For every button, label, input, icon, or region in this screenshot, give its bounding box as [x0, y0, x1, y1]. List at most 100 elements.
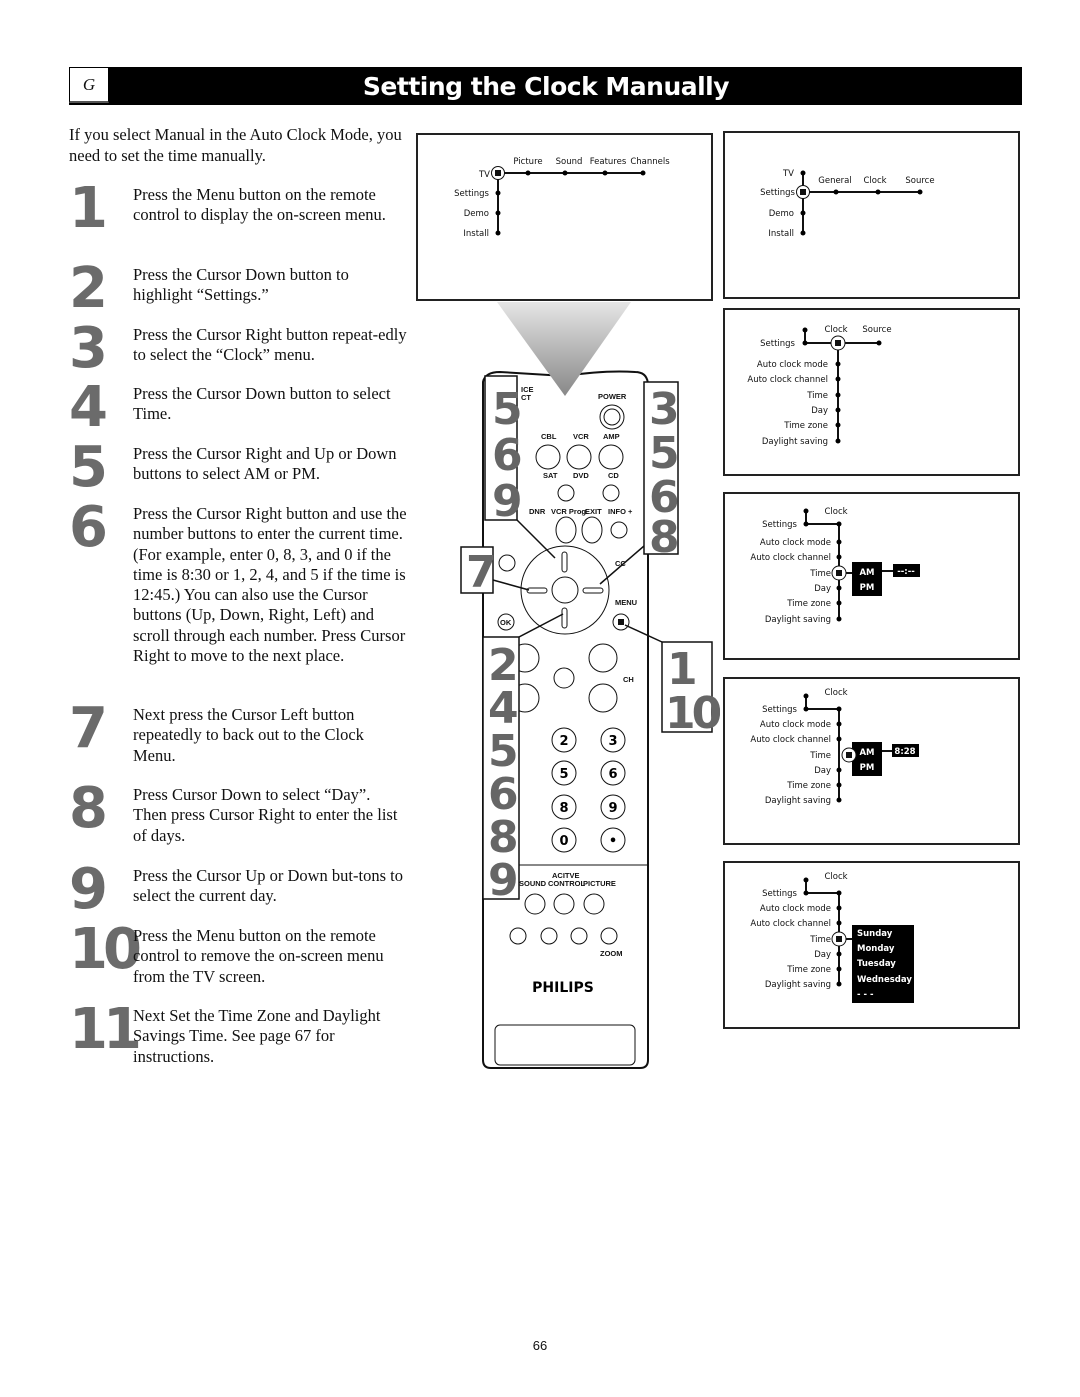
- step-number: 4: [69, 375, 108, 440]
- step-text: Press the Cursor Down button to highligh…: [133, 265, 349, 305]
- clock-menu-diagram: Settings Clock Source Auto clock mode Au…: [747, 325, 891, 447]
- menu-parent: Settings: [762, 889, 797, 899]
- step-number: 3: [69, 316, 108, 381]
- menu-item: Auto clock mode: [760, 904, 831, 914]
- settings-menu-diagram: TV Settings Demo Install General Clock S…: [760, 169, 934, 239]
- option-pm: PM: [860, 583, 875, 593]
- menu-item-picture: Picture: [513, 157, 542, 167]
- callout-number: 5: [492, 384, 523, 435]
- menu-item-features: Features: [590, 157, 627, 167]
- step-number: 8: [69, 776, 108, 841]
- keypad-label: 3: [608, 734, 617, 749]
- keypad-label: 9: [608, 801, 617, 816]
- remote-label-dnr: DNR: [529, 507, 546, 516]
- menu-item-settings: Settings: [454, 189, 489, 199]
- callout-number: 10: [665, 688, 720, 739]
- menu-item: Auto clock mode: [757, 360, 828, 370]
- remote-label-sound: SOUND: [519, 879, 547, 888]
- step-number: 2: [69, 256, 108, 321]
- step-number: 5: [69, 435, 108, 500]
- remote-label-info: INFO +: [608, 507, 633, 516]
- main-menu-diagram: TV Picture Sound Features Channels Setti…: [454, 157, 670, 239]
- skip-button: [498, 554, 516, 572]
- menu-item-install: Install: [463, 229, 489, 239]
- mute-button: [553, 667, 575, 689]
- menu-parent: Settings: [762, 520, 797, 530]
- menu-item-demo: Demo: [769, 209, 794, 219]
- info-button: [610, 521, 628, 539]
- step-text: Next press the Cursor Left button repeat…: [133, 705, 364, 765]
- day-option: Tuesday: [857, 959, 896, 969]
- screen-settings-menu: TV Settings Demo Install General Clock S…: [723, 131, 1020, 299]
- cursor-center: [551, 576, 579, 604]
- menu-item: Daylight saving: [765, 615, 831, 625]
- ch-down-button: [588, 683, 618, 713]
- cursor-icon: [796, 185, 810, 199]
- step-number: 10: [69, 917, 142, 982]
- menu-item: Day: [814, 584, 831, 594]
- day-menu-diagram: Settings Clock Auto clock mode Auto cloc…: [750, 872, 914, 1003]
- menu-item: Auto clock mode: [760, 538, 831, 548]
- keypad-label: 5: [559, 767, 568, 782]
- cursor-icon: [830, 335, 846, 351]
- cursor-icon: [841, 747, 857, 763]
- menu-title: Clock: [824, 507, 847, 517]
- menu-item: Time: [809, 751, 831, 761]
- picture-button: [583, 893, 605, 915]
- page-number: 66: [532, 1338, 548, 1353]
- time-value: --:--: [897, 567, 915, 577]
- menu-item: Day: [811, 406, 828, 416]
- cursor-right: [582, 587, 604, 594]
- menu-item: Time zone: [783, 421, 828, 431]
- step-text: Press Cursor Down to select “Day”. Then …: [133, 785, 398, 845]
- pip-button: [509, 927, 527, 945]
- menu-item-settings: Settings: [760, 188, 795, 198]
- menu-title: Clock: [824, 872, 847, 882]
- screen-clock-menu: Settings Clock Source Auto clock mode Au…: [723, 308, 1020, 476]
- battery-cover: [494, 1024, 636, 1066]
- step-number: 11: [69, 997, 142, 1062]
- menu-item: Auto clock channel: [750, 735, 831, 745]
- remote-label-sat: SAT: [543, 471, 558, 480]
- menu-item-sound: Sound: [556, 157, 583, 167]
- keypad-label: 0: [559, 834, 568, 849]
- callout-number: 6: [492, 430, 523, 481]
- section-letter: G: [69, 67, 109, 103]
- screen-ampm-menu: Settings Clock Auto clock mode Auto cloc…: [723, 492, 1020, 660]
- remote-label-cd: CD: [608, 471, 619, 480]
- step-text: Press the Cursor Up or Down but-tons to …: [133, 866, 403, 906]
- menu-item-clock: Clock: [863, 176, 886, 186]
- amp-cd-button: [598, 444, 624, 470]
- remote-label-picture: PICTURE: [583, 879, 616, 888]
- menu-item-general: General: [818, 176, 852, 186]
- menu-item-install: Install: [768, 229, 794, 239]
- menu-root: TV: [478, 170, 490, 180]
- step-text: Press the Cursor Right button and use th…: [133, 504, 407, 666]
- cbl-sat-button: [535, 444, 561, 470]
- page-title: Setting the Clock Manually: [362, 71, 730, 101]
- day-option: Sunday: [857, 929, 893, 939]
- step-text: Press the Cursor Down button to select T…: [133, 384, 391, 424]
- sound-button: [524, 893, 546, 915]
- step-number: 1: [69, 176, 108, 241]
- remote-label-cbl: CBL: [541, 432, 557, 441]
- menu-item: Daylight saving: [765, 796, 831, 806]
- menu-item-channels: Channels: [630, 157, 670, 167]
- active-control-button: [553, 893, 575, 915]
- format-icon: [602, 484, 620, 502]
- remote-label-ok: OK: [500, 618, 512, 627]
- format-button: [570, 927, 588, 945]
- remote-label-dvd: DVD: [573, 471, 589, 480]
- power-button: [599, 404, 625, 430]
- remote-label-zoom: ZOOM: [600, 949, 623, 958]
- menu-item: Auto clock channel: [747, 375, 828, 385]
- menu-item: Time zone: [786, 599, 831, 609]
- menu-item: Auto clock channel: [750, 919, 831, 929]
- menu-item: Day: [814, 766, 831, 776]
- menu-item-source: Source: [862, 325, 891, 335]
- callout-number: 8: [649, 512, 680, 563]
- swap-button: [540, 927, 558, 945]
- step-text: Press the Menu button on the remote cont…: [133, 926, 384, 986]
- menu-title: Clock: [824, 688, 847, 698]
- keypad-label: 2: [559, 734, 568, 749]
